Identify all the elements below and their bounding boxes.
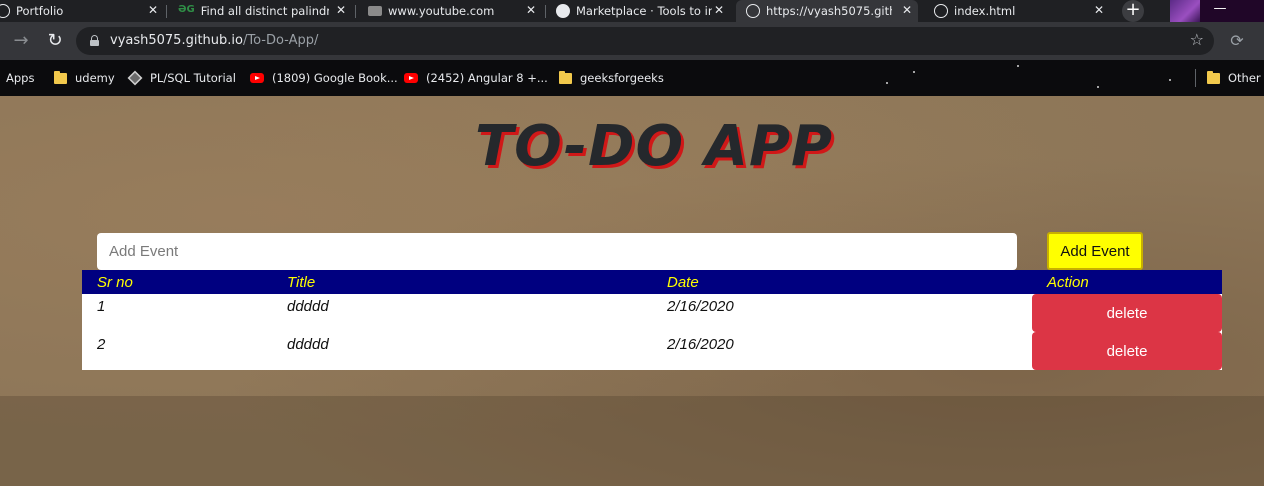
tab-title: Marketplace · Tools to im (576, 4, 712, 18)
cell-action: delete (1032, 294, 1222, 332)
youtube-icon (250, 73, 264, 83)
close-icon[interactable]: ✕ (524, 3, 538, 17)
gfg-icon: ƏG (178, 4, 195, 15)
globe-icon (934, 4, 948, 18)
bookmark-label: PL/SQL Tutorial (150, 71, 236, 85)
tab-title: https://vyash5075.githu (766, 4, 892, 18)
table-header-row: Sr no Title Date Action (82, 270, 1222, 294)
cell-sr-no: 1 (97, 298, 106, 315)
table-row: 2 ddddd 2/16/2020 delete (82, 332, 1222, 370)
decorative-star (886, 82, 888, 84)
tab-title: Find all distinct palindro (200, 4, 329, 18)
delete-button[interactable]: delete (1032, 332, 1222, 370)
cell-action: delete (1032, 332, 1222, 370)
tab-title: Portfolio (16, 4, 64, 18)
profile-avatar[interactable] (1170, 0, 1200, 22)
column-header-date: Date (652, 270, 1032, 294)
url-text[interactable]: vyash5075.github.io/To-Do-App/ (110, 33, 318, 48)
close-icon[interactable]: ✕ (334, 3, 348, 17)
bookmark-label: (2452) Angular 8 +... (426, 71, 548, 85)
maximize-button[interactable] (1240, 0, 1264, 22)
youtube-icon (404, 73, 418, 83)
app-title: TO-DO APP (474, 114, 834, 179)
tab-strip: Portfolio ✕ ƏG Find all distinct palindr… (0, 0, 1264, 22)
add-event-button[interactable]: Add Event (1047, 232, 1143, 270)
tab-index[interactable]: index.html ✕ (924, 0, 1110, 22)
lock-icon (90, 35, 99, 46)
github-icon (556, 4, 570, 18)
bookmark-label: Apps (6, 71, 35, 85)
globe-icon (746, 4, 760, 18)
tab-title: www.youtube.com (388, 4, 495, 18)
tab-separator (545, 5, 546, 18)
close-icon[interactable]: ✕ (146, 3, 160, 17)
column-header-title: Title (272, 270, 652, 294)
bookmark-other[interactable]: Other b (1207, 70, 1264, 86)
plsql-icon (127, 70, 143, 86)
page-background-band (0, 396, 1264, 486)
bookmark-google-books[interactable]: (1809) Google Book... (250, 70, 398, 86)
bookmark-geeksforgeeks[interactable]: geeksforgeeks (559, 70, 664, 86)
cell-sr-no: 2 (97, 336, 106, 353)
tab-title: index.html (954, 4, 1016, 18)
bookmark-label: udemy (75, 71, 115, 85)
column-header-action: Action (1032, 270, 1222, 294)
bookmark-star-icon[interactable]: ☆ (1190, 30, 1204, 49)
browser-toolbar: → ↻ vyash5075.github.io/To-Do-App/ ☆ ⟳ (0, 22, 1264, 60)
delete-button[interactable]: delete (1032, 294, 1222, 332)
folder-icon (559, 70, 572, 84)
tab-gfg[interactable]: ƏG Find all distinct palindro ✕ (172, 0, 352, 22)
url-path: /To-Do-App/ (242, 33, 319, 48)
tab-portfolio[interactable]: Portfolio ✕ (0, 0, 164, 22)
close-icon[interactable]: ✕ (712, 3, 726, 17)
reload-icon[interactable]: ↻ (44, 30, 66, 52)
decorative-star (1169, 79, 1171, 81)
close-icon[interactable]: ✕ (1092, 3, 1106, 17)
events-table: Sr no Title Date Action 1 ddddd 2/16/202… (82, 270, 1222, 370)
cell-date: 2/16/2020 (667, 336, 734, 353)
decorative-star (1097, 86, 1099, 88)
folder-icon (1207, 70, 1220, 84)
cell-date: 2/16/2020 (667, 298, 734, 315)
bookmark-apps[interactable]: Apps (6, 70, 34, 86)
youtube-icon (368, 6, 382, 16)
folder-icon (54, 70, 67, 84)
add-event-input[interactable] (97, 233, 1017, 270)
tab-separator (166, 5, 167, 18)
close-icon[interactable]: ✕ (900, 3, 914, 17)
tab-active-todo[interactable]: https://vyash5075.githu ✕ (736, 0, 918, 22)
table-row: 1 ddddd 2/16/2020 delete (82, 294, 1222, 332)
decorative-star (913, 71, 915, 73)
bookmark-plsql[interactable]: PL/SQL Tutorial (127, 70, 236, 86)
page-content: TO-DO APP Add Event Sr no Title Date Act… (0, 96, 1264, 486)
cell-title: ddddd (287, 298, 329, 315)
bookmark-label: Other b (1228, 71, 1264, 85)
bookmark-udemy[interactable]: udemy (54, 70, 115, 86)
bookmark-angular[interactable]: (2452) Angular 8 +... (404, 70, 548, 86)
cell-title: ddddd (287, 336, 329, 353)
url-host: vyash5075.github.io (110, 33, 243, 48)
globe-icon (0, 4, 10, 18)
bookmarks-divider (1195, 69, 1196, 87)
bookmarks-bar: Apps udemy PL/SQL Tutorial (1809) Google… (0, 60, 1264, 96)
new-tab-button[interactable]: + (1122, 0, 1144, 22)
bookmark-label: geeksforgeeks (580, 71, 664, 85)
column-header-sr-no: Sr no (82, 270, 272, 294)
extension-icon[interactable]: ⟳ (1226, 30, 1248, 52)
tab-youtube[interactable]: www.youtube.com ✕ (362, 0, 542, 22)
minimize-button[interactable]: — (1200, 0, 1240, 22)
forward-arrow-icon[interactable]: → (10, 30, 32, 52)
tab-separator (355, 5, 356, 18)
bookmark-label: (1809) Google Book... (272, 71, 398, 85)
tab-marketplace[interactable]: Marketplace · Tools to im ✕ (550, 0, 730, 22)
decorative-star (1017, 65, 1019, 67)
address-bar[interactable]: vyash5075.github.io/To-Do-App/ ☆ (76, 27, 1214, 55)
